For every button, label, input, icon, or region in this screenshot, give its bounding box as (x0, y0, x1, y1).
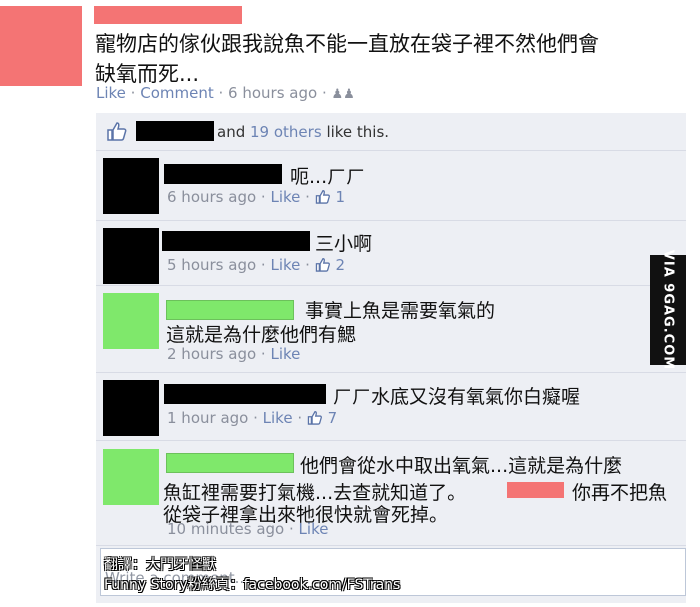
commenter-name-redacted[interactable] (162, 231, 310, 251)
likes-summary: and 19 others like this. (217, 123, 389, 141)
comment-meta: 10 minutes ago · Like (167, 520, 329, 538)
liker-name-redacted[interactable] (136, 121, 214, 141)
post-timestamp[interactable]: 6 hours ago (228, 84, 317, 102)
comment-text: 呃...ㄏㄏ (290, 166, 366, 188)
separator (96, 150, 686, 151)
likes-others-link[interactable]: 19 others (250, 123, 322, 141)
commenter-name-redacted[interactable] (166, 453, 294, 473)
comment-text-line2: 這就是為什麼他們有鰓 (166, 324, 357, 346)
separator (96, 285, 686, 286)
comment-text: 三小啊 (315, 233, 373, 255)
comment-meta: 6 hours ago · Like · 1 (167, 188, 346, 206)
comment-like-link[interactable]: Like (270, 188, 300, 206)
comment-text: ㄏㄏ水底又沒有氧氣你白癡喔 (333, 386, 581, 408)
thumbs-up-icon (315, 258, 330, 272)
poster-avatar[interactable] (0, 6, 82, 86)
post-comment-link[interactable]: Comment (140, 84, 214, 102)
separator (96, 545, 686, 546)
comment-like-count[interactable]: 7 (328, 409, 338, 427)
post-actions: Like · Comment · 6 hours ago · ♟♟ (96, 84, 355, 102)
audience-icon[interactable]: ♟♟ (332, 87, 355, 102)
comment-like-link[interactable]: Like (263, 409, 293, 427)
commenter-avatar[interactable] (103, 228, 159, 284)
comment-meta: 1 hour ago · Like · 7 (167, 409, 338, 427)
comment-meta: 5 hours ago · Like · 2 (167, 256, 346, 274)
commenter-name-redacted[interactable] (166, 300, 294, 320)
likes-suffix: like this. (326, 123, 390, 141)
comment-timestamp[interactable]: 10 minutes ago (167, 520, 284, 538)
translator-credit: 翻譯：大門牙怪獸 (104, 557, 216, 573)
commenter-avatar[interactable] (103, 158, 159, 214)
separator (96, 372, 686, 373)
fanpage-credit: Funny Story粉絲頁：facebook.com/FSTrans (104, 577, 401, 593)
comment-like-link[interactable]: Like (270, 345, 300, 363)
comment-like-link[interactable]: Like (270, 256, 300, 274)
comment-text-line1: 他們會從水中取出氧氣...這就是為什麼 (300, 455, 623, 477)
comment-timestamp[interactable]: 2 hours ago (167, 345, 256, 363)
comment-timestamp[interactable]: 6 hours ago (167, 188, 256, 206)
comment-like-link[interactable]: Like (299, 520, 329, 538)
post-like-link[interactable]: Like (96, 84, 126, 102)
thumbs-up-icon (107, 122, 127, 141)
commenter-avatar[interactable] (103, 449, 159, 505)
9gag-watermark: VIA 9GAG.COM (650, 250, 686, 370)
comment-timestamp[interactable]: 1 hour ago (167, 409, 248, 427)
comment-timestamp[interactable]: 5 hours ago (167, 256, 256, 274)
commenter-avatar[interactable] (103, 293, 159, 349)
thumbs-up-icon (315, 190, 330, 204)
commenter-name-redacted[interactable] (164, 164, 282, 184)
commenter-avatar[interactable] (103, 380, 159, 436)
likes-and: and (217, 123, 246, 141)
comment-text-line2b: 你再不把魚 (572, 482, 668, 504)
watermark-text: VIA 9GAG.COM (660, 249, 676, 371)
comment-meta: 2 hours ago · Like (167, 345, 301, 363)
poster-name-redacted[interactable] (94, 6, 242, 24)
comment-like-count[interactable]: 2 (335, 256, 345, 274)
comment-text-line1: 事實上魚是需要氧氣的 (305, 300, 496, 322)
separator (96, 220, 686, 221)
post-text-line1: 寵物店的傢伙跟我說魚不能一直放在袋子裡不然他們會 (95, 32, 599, 56)
commenter-name-redacted[interactable] (164, 384, 326, 404)
separator (96, 440, 686, 441)
mentioned-name-redacted[interactable] (507, 482, 564, 498)
likes-row (106, 121, 128, 143)
thumbs-up-icon (307, 411, 322, 425)
comment-like-count[interactable]: 1 (335, 188, 345, 206)
